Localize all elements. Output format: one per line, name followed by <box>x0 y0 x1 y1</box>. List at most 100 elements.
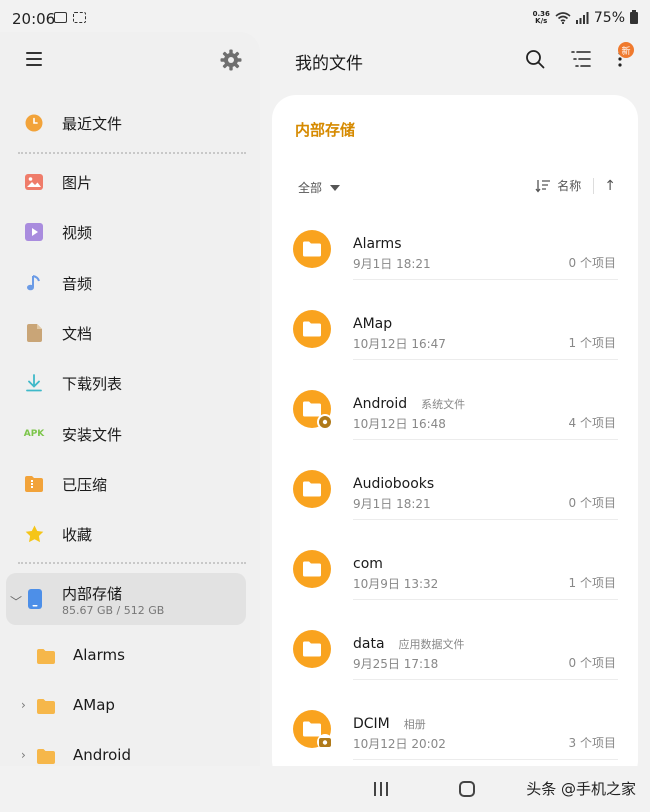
file-name-text: com <box>353 556 383 572</box>
file-item-count: 3 个项目 <box>568 736 616 750</box>
sidebar-item-favorites[interactable]: 收藏 <box>0 514 260 554</box>
sidebar-item-downloads[interactable]: 下载列表 <box>0 363 260 403</box>
screenshot-notification-icon <box>73 12 86 23</box>
file-name: DCIM 相册 <box>353 716 426 732</box>
recents-icon-bar <box>386 782 388 796</box>
file-tag: 相册 <box>403 718 426 731</box>
signal-icon <box>575 12 589 24</box>
sort-label: 名称 <box>557 179 582 193</box>
list-view-button[interactable] <box>568 46 594 72</box>
menu-button[interactable] <box>26 52 42 66</box>
sidebar-item-install-files[interactable]: APK 安装文件 <box>0 414 260 454</box>
file-date: 10月9日 13:32 <box>353 577 439 591</box>
panel-title: 内部存储 <box>295 121 356 139</box>
sort-separator <box>593 177 595 194</box>
chevron-right-icon[interactable]: › <box>21 748 26 762</box>
file-date: 9月1日 18:21 <box>353 257 431 271</box>
sidebar-item-label: 视频 <box>62 223 93 242</box>
file-list-panel: 内部存储 全部 名称 ↑ Alarms 9月1日 18:21 0 个项目 AMap 10… <box>272 95 638 785</box>
battery-icon <box>630 10 638 24</box>
file-name: com <box>353 556 383 572</box>
file-name-text: Audiobooks <box>353 476 435 492</box>
gallery-notification-icon <box>54 12 67 23</box>
menu-icon-bar <box>26 58 42 60</box>
sidebar-item-label: 音频 <box>62 274 93 293</box>
file-row[interactable]: data 应用数据文件 9月25日 17:18 0 个项目 <box>272 600 638 680</box>
sidebar-item-internal-storage[interactable]: ﹀ 内部存储 85.67 GB / 512 GB <box>6 573 246 625</box>
folder-icon <box>37 749 55 766</box>
settings-gear-icon[interactable] <box>219 48 243 72</box>
file-date: 9月25日 17:18 <box>353 657 439 671</box>
chevron-down-icon[interactable]: ﹀ <box>10 593 22 610</box>
file-item-count: 0 个项目 <box>568 496 616 510</box>
sidebar-item-compressed[interactable]: 已压缩 <box>0 464 260 504</box>
folder-icon <box>293 550 331 588</box>
file-item-count: 1 个项目 <box>568 576 616 590</box>
folder-icon <box>37 699 55 718</box>
filter-label: 全部 <box>298 181 323 195</box>
file-row[interactable]: Android 系统文件 10月12日 16:48 4 个项目 <box>272 360 638 440</box>
menu-icon-bar <box>26 52 42 54</box>
file-row[interactable]: DCIM 相册 10月12日 20:02 3 个项目 <box>272 680 638 760</box>
image-icon <box>24 172 44 192</box>
new-badge: 新 <box>618 42 634 58</box>
file-name-text: AMap <box>353 316 393 332</box>
status-bar: 20:06 0.36 K/s 75% <box>0 0 650 36</box>
sidebar-tree-label: AMap <box>73 696 115 714</box>
file-name: Audiobooks <box>353 476 434 492</box>
row-divider <box>353 759 618 760</box>
wifi-icon <box>555 12 571 24</box>
file-name: Android 系统文件 <box>353 396 465 412</box>
file-row[interactable]: com 10月9日 13:32 1 个项目 <box>272 520 638 600</box>
file-item-count: 0 个项目 <box>568 256 616 270</box>
document-icon <box>24 323 44 343</box>
music-note-icon <box>24 273 44 293</box>
sidebar-item-label: 下载列表 <box>62 374 123 393</box>
file-item-count: 0 个项目 <box>568 656 616 670</box>
file-item-count: 4 个项目 <box>568 416 616 430</box>
caret-down-icon <box>330 184 341 191</box>
sort-controls: 名称 ↑ <box>535 177 616 194</box>
file-tag: 应用数据文件 <box>398 638 465 651</box>
sidebar-item-audio[interactable]: 音频 <box>0 263 260 303</box>
sort-direction-button[interactable]: ↑ <box>604 178 616 194</box>
file-row[interactable]: AMap 10月12日 16:47 1 个项目 <box>272 280 638 360</box>
storage-label: 内部存储 <box>62 585 123 603</box>
file-name-text: Alarms <box>353 236 402 252</box>
sidebar-item-label: 最近文件 <box>62 114 123 133</box>
search-icon <box>526 50 545 69</box>
sidebar-item-images[interactable]: 图片 <box>0 162 260 202</box>
star-icon <box>24 524 44 544</box>
sidebar-tree-item[interactable]: Alarms <box>0 636 260 676</box>
file-tag: 系统文件 <box>421 398 466 411</box>
system-navigation-bar: 头条 @手机之家 <box>0 766 650 812</box>
folder-icon <box>293 470 331 508</box>
sidebar-item-label: 已压缩 <box>62 475 108 494</box>
sidebar-item-label: 收藏 <box>62 525 93 544</box>
sort-by-button[interactable]: 名称 <box>535 177 581 194</box>
list-view-icon <box>571 51 591 67</box>
sidebar-tree-label: Alarms <box>73 646 125 664</box>
sidebar-item-label: 文档 <box>62 324 93 343</box>
sidebar-tree-item[interactable]: › Android <box>0 736 260 766</box>
file-date: 9月1日 18:21 <box>353 497 431 511</box>
search-button[interactable] <box>522 46 548 72</box>
chevron-right-icon[interactable]: › <box>21 698 26 712</box>
sidebar-item-videos[interactable]: 视频 <box>0 212 260 252</box>
page-title: 我的文件 <box>295 54 363 74</box>
recent-apps-button[interactable] <box>374 782 390 796</box>
sidebar-tree-item[interactable]: › AMap <box>0 686 260 726</box>
sidebar-item-documents[interactable]: 文档 <box>0 313 260 353</box>
file-row[interactable]: Audiobooks 9月1日 18:21 0 个项目 <box>272 440 638 520</box>
filter-dropdown[interactable]: 全部 <box>298 179 341 196</box>
file-row[interactable]: Alarms 9月1日 18:21 0 个项目 <box>272 200 638 280</box>
recents-icon-bar <box>380 782 382 796</box>
folder-icon <box>293 230 331 268</box>
file-name: Alarms <box>353 236 402 252</box>
sidebar-item-recent[interactable]: 最近文件 <box>0 103 260 143</box>
home-button[interactable] <box>459 781 475 797</box>
menu-icon-bar <box>26 64 42 66</box>
sidebar-tree-label: Android <box>73 746 131 764</box>
clock-icon <box>24 113 44 133</box>
file-date: 10月12日 16:47 <box>353 337 446 351</box>
